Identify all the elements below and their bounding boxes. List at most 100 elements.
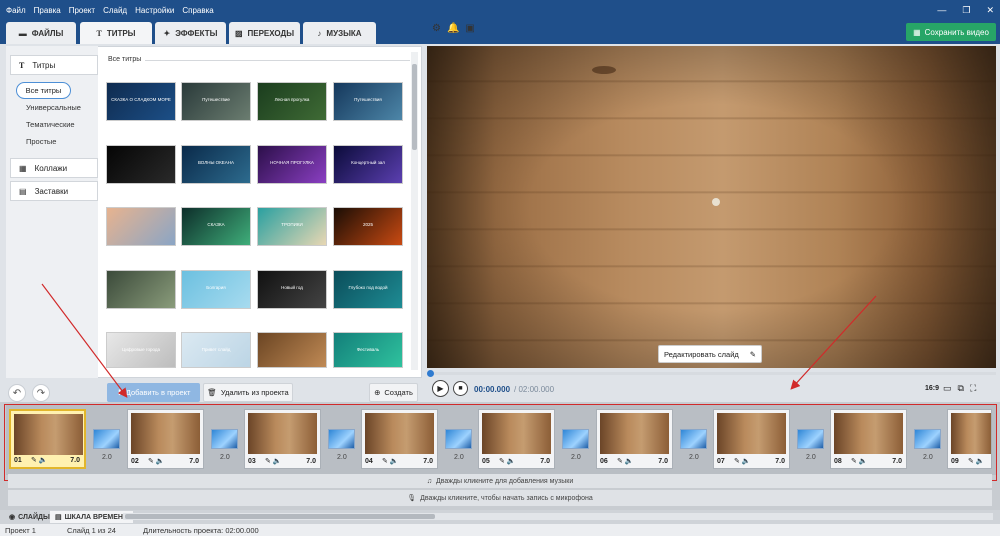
redo-button[interactable]: ↷ — [32, 384, 50, 402]
add-to-project-button[interactable]: ⬇ Добавить в проект — [107, 383, 200, 402]
create-button[interactable]: ⊕ Создать — [369, 383, 418, 402]
remove-from-project-button[interactable]: 🗑 Удалить из проекта — [203, 383, 293, 402]
undo-button[interactable]: ↶ — [8, 384, 26, 402]
mic-track[interactable]: 🎙 Дважды кликните, чтобы начать запись с … — [8, 490, 992, 506]
snapshot-icon[interactable]: ⧉ — [958, 383, 964, 394]
thumbnail-caption: Путешествия — [354, 97, 382, 102]
tab-effects[interactable]: ✦ ЭФФЕКТЫ — [155, 22, 226, 44]
thumbnail-caption: Болгария — [206, 285, 226, 290]
title-thumbnail[interactable]: НОЧНАЯ ПРОГУЛКА — [257, 145, 327, 184]
title-thumbnail[interactable]: ТРОПИКИ — [257, 207, 327, 246]
edit-slide-button[interactable]: Редактировать слайд ✎ — [658, 345, 762, 363]
bell-icon[interactable]: 🔔 — [447, 23, 459, 34]
title-thumbnail[interactable] — [106, 145, 176, 184]
title-thumbnail[interactable]: Путешествия — [333, 82, 403, 121]
tab-music[interactable]: ♪ МУЗЫКА — [303, 22, 376, 44]
fullscreen-icon[interactable]: ⛶ — [970, 383, 976, 394]
minimize-icon[interactable]: — — [937, 5, 946, 15]
text-icon: T — [96, 28, 102, 38]
thumbnail-caption: 2025 — [362, 222, 373, 227]
music-icon: ♫ — [426, 477, 432, 485]
microphone-icon: 🎙 — [407, 495, 417, 502]
menu-settings[interactable]: Настройки — [135, 6, 174, 15]
vignette — [427, 46, 996, 368]
close-icon[interactable]: ✕ — [986, 5, 994, 16]
image-icon[interactable]: ▣ — [465, 23, 474, 34]
thumbnail-caption: Привет слайд — [201, 347, 231, 352]
title-thumbnail[interactable]: ВОЛНЫ ОКЕАНА — [181, 145, 251, 184]
title-thumbnail[interactable]: Новый год — [257, 270, 327, 309]
trash-icon: 🗑 — [207, 388, 217, 397]
add-icon: ⬇ — [116, 388, 123, 397]
title-thumbnail[interactable]: СКАЗКА — [181, 207, 251, 246]
playhead[interactable] — [427, 370, 434, 377]
timeline-scrollbar[interactable] — [123, 513, 993, 520]
title-thumbnail[interactable]: Путешествие — [181, 82, 251, 121]
title-thumbnail[interactable]: Концертный зал — [333, 145, 403, 184]
thumbnail-caption: Концертный зал — [351, 160, 385, 165]
menu-slide[interactable]: Слайд — [103, 6, 127, 15]
gear-icon[interactable]: ⚙ — [432, 23, 441, 34]
category-intros[interactable]: ▤ Заставки — [10, 181, 98, 201]
title-thumbnail[interactable]: Болгария — [181, 270, 251, 309]
title-thumbnail[interactable]: Цифровые города — [106, 332, 176, 368]
thumbnail-caption: СКАЗКА О СЛАДКОМ МОРЕ — [111, 97, 171, 102]
scroll-thumb[interactable] — [412, 64, 417, 150]
grid-scrollbar[interactable] — [411, 52, 418, 370]
text-icon: T — [19, 60, 25, 70]
maximize-icon[interactable]: ❐ — [962, 5, 970, 16]
title-thumbnail[interactable]: Фестиваль — [333, 332, 403, 368]
play-button[interactable]: ▶ — [432, 380, 449, 397]
tab-slides[interactable]: ◉ СЛАЙДЫ — [4, 511, 55, 523]
pencil-icon: ✎ — [749, 349, 756, 359]
thumbnail-caption: Цифровые города — [121, 347, 160, 352]
title-thumbnail[interactable] — [106, 270, 176, 309]
total-time: / 02:00.000 — [514, 385, 555, 394]
menu-file[interactable]: Файл — [6, 6, 26, 15]
tab-timeline[interactable]: ▤ ШКАЛА ВРЕМЕНИ — [50, 511, 133, 523]
subcategory-thematic[interactable]: Тематические — [26, 120, 75, 129]
video-preview[interactable] — [427, 46, 996, 368]
subcategory-simple[interactable]: Простые — [26, 137, 56, 146]
view-controls: ▭ ⧉ ⛶ — [943, 383, 976, 394]
playback-progress[interactable] — [427, 372, 996, 375]
folder-icon: ▬ — [18, 28, 27, 38]
transition-icon: ▨ — [234, 28, 243, 38]
thumbnail-caption: НОЧНАЯ ПРОГУЛКА — [270, 160, 314, 165]
tab-transitions[interactable]: ▨ ПЕРЕХОДЫ — [229, 22, 300, 44]
window-controls: — ❐ ✕ — [937, 0, 994, 20]
menu-help[interactable]: Справка — [182, 6, 213, 15]
play-icon: ▶ — [437, 384, 444, 393]
subcategory-all-titles[interactable]: Все титры — [16, 82, 71, 99]
timeline-icon: ▤ — [55, 514, 62, 521]
status-bar: Проект 1 Слайд 1 из 24 Длительность прое… — [0, 523, 1000, 536]
intro-icon: ▤ — [19, 186, 27, 196]
aspect-ratio[interactable]: 16:9 — [925, 385, 939, 392]
frame-icon[interactable]: ▭ — [943, 383, 952, 394]
menu-edit[interactable]: Правка — [34, 6, 61, 15]
menu-project[interactable]: Проект — [69, 6, 95, 15]
title-thumbnail[interactable]: Привет слайд — [181, 332, 251, 368]
thumbnail-caption: ТРОПИКИ — [281, 222, 303, 227]
title-thumbnail[interactable]: СКАЗКА О СЛАДКОМ МОРЕ — [106, 82, 176, 121]
title-thumbnail[interactable] — [257, 332, 327, 368]
save-video-button[interactable]: ▦ Сохранить видео — [906, 23, 996, 41]
undo-icon: ↶ — [12, 387, 22, 399]
title-thumbnail[interactable] — [106, 207, 176, 246]
status-duration: Длительность проекта: 02:00.000 — [143, 526, 259, 535]
category-titles[interactable]: T Титры — [10, 55, 98, 75]
current-time: 00:00.000 — [474, 385, 511, 394]
thumbnail-caption: Лесная прогулка — [274, 97, 310, 102]
category-collages[interactable]: ▦ Коллажи — [10, 158, 98, 178]
tab-files[interactable]: ▬ ФАЙЛЫ — [6, 22, 76, 44]
scroll-thumb[interactable] — [125, 514, 435, 519]
title-thumbnail[interactable]: 2025 — [333, 207, 403, 246]
subcategory-universal[interactable]: Универсальные — [26, 103, 81, 112]
stop-button[interactable]: ■ — [453, 381, 468, 396]
music-track[interactable]: ♫ Дважды кликните для добавления музыки — [8, 474, 992, 488]
thumbnail-caption: ВОЛНЫ ОКЕАНА — [197, 160, 235, 165]
title-thumbnail[interactable]: Глубоко под водой — [333, 270, 403, 309]
title-thumbnail[interactable]: Лесная прогулка — [257, 82, 327, 121]
tab-titles[interactable]: T ТИТРЫ — [80, 22, 152, 44]
plus-icon: ⊕ — [374, 388, 381, 397]
